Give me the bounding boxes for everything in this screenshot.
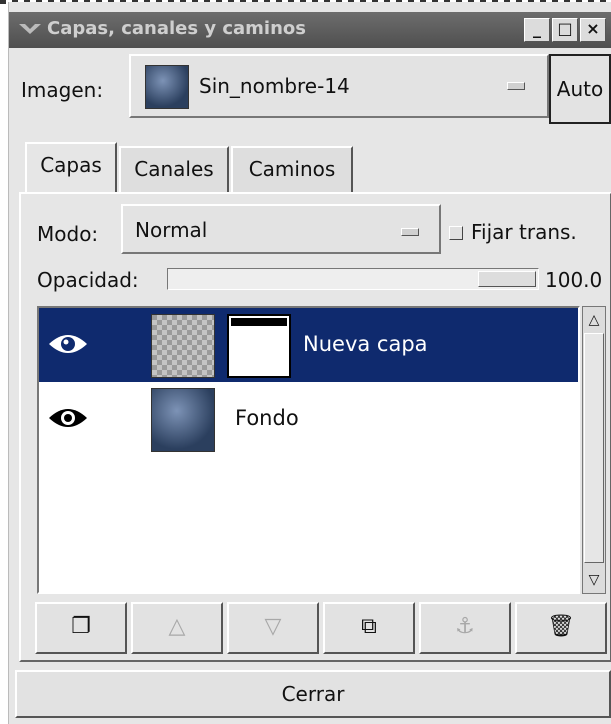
layer-row[interactable]: Nueva capa	[39, 308, 578, 382]
visibility-eye-icon[interactable]	[47, 404, 89, 432]
raise-layer-button[interactable]: △	[131, 602, 223, 654]
opacity-label: Opacidad:	[37, 268, 139, 292]
close-window-button[interactable]: ×	[580, 18, 606, 42]
scrollbar-thumb[interactable]	[584, 333, 604, 563]
tab-canales[interactable]: Canales	[119, 146, 229, 192]
layer-row[interactable]: Fondo	[39, 382, 578, 456]
window-title: Capas, canales y caminos	[47, 18, 306, 39]
auto-button[interactable]: Auto	[549, 54, 611, 124]
lock-transparency-checkbox[interactable]	[449, 226, 463, 240]
trash-icon: 🗑	[547, 614, 575, 639]
layer-name[interactable]: Fondo	[235, 406, 299, 430]
new-layer-button[interactable]: ❐	[35, 602, 127, 654]
raise-icon: △	[168, 614, 186, 639]
maximize-button[interactable]: □	[552, 18, 578, 42]
layer-thumbnail	[151, 314, 215, 378]
window-menu-icon[interactable]	[19, 22, 41, 36]
image-selector[interactable]: Sin_nombre-14	[129, 54, 549, 118]
duplicate-layer-button[interactable]: ⧉	[323, 602, 415, 654]
minimize-button[interactable]: _	[524, 18, 550, 42]
title-bar[interactable]: Capas, canales y caminos _ □ ×	[9, 12, 611, 48]
layer-mask-thumbnail	[227, 314, 291, 378]
mode-selector[interactable]: Normal	[121, 204, 441, 254]
layers-dialog-window: Capas, canales y caminos _ □ × Imagen: S…	[8, 2, 611, 724]
scroll-up-arrow-icon[interactable]: △	[584, 309, 604, 331]
mode-label: Modo:	[37, 222, 99, 246]
anchor-icon: ⚓	[455, 614, 475, 639]
duplicate-icon: ⧉	[361, 614, 377, 639]
dropdown-arrow-icon	[401, 228, 419, 236]
layer-name[interactable]: Nueva capa	[303, 332, 428, 356]
new-layer-icon: ❐	[71, 614, 91, 639]
lower-icon: ▽	[264, 614, 282, 639]
opacity-value: 100.0	[545, 268, 603, 292]
visibility-eye-icon[interactable]	[47, 330, 89, 358]
delete-layer-button[interactable]: 🗑	[515, 602, 607, 654]
layers-scrollbar[interactable]: △ ▽	[582, 306, 606, 594]
layers-list: Nueva capa Fondo	[37, 306, 580, 594]
opacity-slider[interactable]	[167, 268, 539, 290]
lower-layer-button[interactable]: ▽	[227, 602, 319, 654]
tab-capas[interactable]: Capas	[25, 142, 117, 194]
image-thumbnail	[145, 65, 189, 109]
layer-thumbnail	[151, 388, 215, 452]
lock-transparency-label[interactable]: Fijar trans.	[471, 220, 577, 244]
close-button[interactable]: Cerrar	[15, 670, 611, 718]
layers-page: Modo: Normal Fijar trans. Opacidad: 100.…	[19, 192, 611, 662]
scroll-down-arrow-icon[interactable]: ▽	[584, 569, 604, 591]
anchor-layer-button[interactable]: ⚓	[419, 602, 511, 654]
image-label: Imagen:	[21, 78, 104, 102]
opacity-slider-handle[interactable]	[478, 271, 536, 287]
image-selector-value: Sin_nombre-14	[199, 74, 350, 98]
dropdown-arrow-icon	[507, 82, 525, 90]
tab-caminos[interactable]: Caminos	[231, 146, 353, 192]
mode-selector-value: Normal	[135, 218, 208, 242]
